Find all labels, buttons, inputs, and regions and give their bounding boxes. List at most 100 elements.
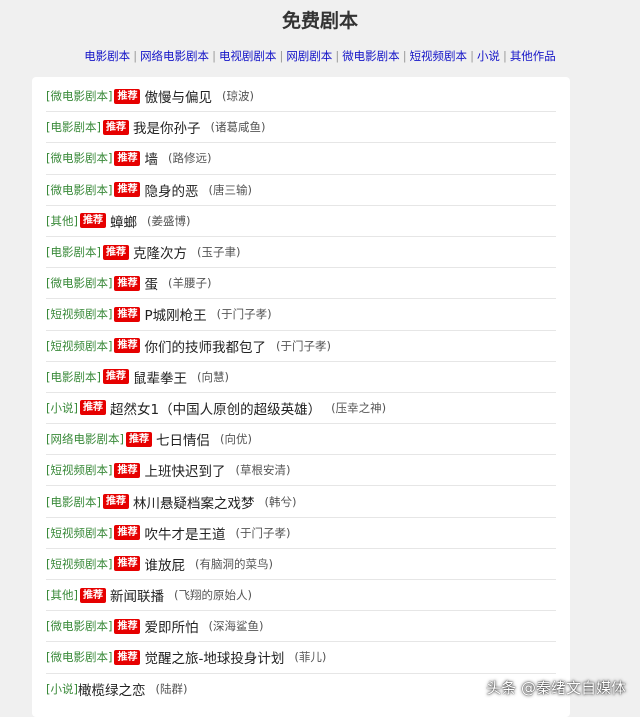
- recommend-badge: 推荐: [114, 618, 141, 634]
- nav-link-other-works[interactable]: 其他作品: [510, 49, 556, 63]
- nav-link-micro-film[interactable]: 微电影剧本: [342, 49, 400, 63]
- item-title-link[interactable]: 蛋: [144, 273, 158, 293]
- item-title-link[interactable]: 林川悬疑档案之戏梦: [133, 492, 255, 512]
- item-title-link[interactable]: 鼠辈拳王: [133, 367, 187, 387]
- item-category-link[interactable]: [微电影剧本]: [46, 618, 112, 634]
- nav-separator: |: [133, 49, 138, 63]
- page-title: 免费剧本: [281, 10, 358, 32]
- item-title-link[interactable]: 爱即所怕: [144, 616, 198, 636]
- item-title-link[interactable]: 超然女1（中国人原创的超级英雄）: [110, 398, 321, 418]
- item-title-link[interactable]: 克隆次方: [133, 242, 187, 262]
- item-title-link[interactable]: P城刚枪王: [144, 304, 206, 324]
- nav-separator: |: [279, 49, 284, 63]
- item-author: (琼波): [221, 89, 254, 104]
- item-category-link[interactable]: [短视频剧本]: [46, 338, 112, 354]
- item-title-link[interactable]: 觉醒之旅-地球投身计划: [144, 647, 284, 667]
- item-title-link[interactable]: 我是你孙子: [133, 117, 201, 137]
- category-nav: 电影剧本 | 网络电影剧本 | 电视剧剧本 | 网剧剧本 | 微电影剧本 | 短视频剧本 | 小说 | 其他…: [0, 48, 640, 64]
- list-item: [短视频剧本] 推荐 上班快迟到了 (草根安清): [46, 455, 556, 487]
- nav-link-web-series[interactable]: 网剧剧本: [286, 49, 332, 63]
- item-category-link[interactable]: [微电影剧本]: [46, 182, 112, 198]
- list-item: [短视频剧本] 推荐 你们的技师我都包了 (于门子孝): [46, 331, 556, 362]
- item-title-link[interactable]: 蟑螂: [110, 211, 137, 231]
- nav-link-movie[interactable]: 电影剧本: [84, 49, 130, 63]
- recommend-badge: 推荐: [114, 556, 141, 572]
- item-title-link[interactable]: 七日情侣: [156, 429, 210, 449]
- recommend-badge: 推荐: [114, 525, 141, 541]
- script-list-card: [微电影剧本] 推荐 傲慢与偏见 (琼波) [电影剧本] 推荐 我是你孙子 (诸葛咸鱼) […: [32, 77, 570, 717]
- item-title-link[interactable]: 谁放屁: [144, 554, 185, 574]
- watermark: 头条 @秦绪文自媒体: [486, 679, 626, 697]
- item-author: (向慧): [196, 369, 229, 384]
- item-category-link[interactable]: [小说]: [46, 400, 78, 416]
- item-category-link[interactable]: [电影剧本]: [46, 244, 101, 260]
- recommend-badge: 推荐: [125, 431, 152, 447]
- item-author: (陆群): [155, 681, 188, 696]
- item-author: (玉子聿): [196, 245, 241, 260]
- item-category-link[interactable]: [电影剧本]: [46, 494, 101, 510]
- list-item: [微电影剧本] 推荐蛋 (羊腰子): [46, 268, 556, 300]
- list-item: [小说] 橄榄绿之恋 (陆群): [46, 674, 556, 704]
- nav-link-web-movie[interactable]: 网络电影剧本: [140, 49, 209, 63]
- recommend-badge: 推荐: [102, 494, 129, 510]
- item-author: (压幸之神): [331, 400, 387, 415]
- list-item: [微电影剧本] 推荐墙 (路修远): [46, 143, 556, 175]
- recommend-badge: 推荐: [79, 587, 106, 603]
- item-author: (韩兮): [264, 494, 297, 509]
- item-category-link[interactable]: [短视频剧本]: [46, 462, 112, 478]
- item-author: (飞翔的原始人): [173, 588, 252, 603]
- item-author: (诸葛咸鱼): [210, 120, 266, 135]
- recommend-badge: 推荐: [79, 400, 106, 416]
- item-category-link[interactable]: [微电影剧本]: [46, 649, 112, 665]
- list-item: [电影剧本] 推荐 鼠辈拳王 (向慧): [46, 362, 556, 393]
- nav-link-novel[interactable]: 小说: [477, 49, 500, 63]
- nav-link-short-video[interactable]: 短视频剧本: [410, 49, 468, 63]
- item-category-link[interactable]: [电影剧本]: [46, 119, 101, 135]
- list-item: [微电影剧本] 推荐 傲慢与偏见 (琼波): [46, 81, 556, 113]
- list-item: [其他] 推荐 蟑螂 (姜盛博): [46, 206, 556, 237]
- nav-link-tv-series[interactable]: 电视剧剧本: [219, 49, 277, 63]
- item-category-link[interactable]: [短视频剧本]: [46, 525, 112, 541]
- item-author: (于门子孝): [275, 338, 331, 353]
- list-item: [微电影剧本] 推荐 觉醒之旅-地球投身计划 (菲儿): [46, 642, 556, 674]
- item-category-link[interactable]: [小说]: [46, 681, 78, 697]
- item-author: (姜盛博): [146, 213, 191, 228]
- item-title-link[interactable]: 墙: [144, 148, 158, 168]
- item-category-link[interactable]: [微电影剧本]: [46, 88, 112, 104]
- item-author: (向优): [219, 432, 252, 447]
- recommend-badge: 推荐: [114, 275, 141, 291]
- list-item: [电影剧本] 推荐 克隆次方 (玉子聿): [46, 237, 556, 269]
- recommend-badge: 推荐: [114, 306, 141, 322]
- nav-separator: |: [212, 49, 216, 63]
- list-item: [短视频剧本] 推荐 谁放屁 (有脑洞的菜鸟): [46, 549, 556, 580]
- recommend-badge: 推荐: [102, 119, 129, 135]
- item-author: (菲儿): [294, 650, 327, 665]
- item-title-link[interactable]: 新闻联播: [110, 585, 164, 605]
- item-category-link[interactable]: [微电影剧本]: [46, 275, 112, 291]
- nav-separator: |: [470, 49, 474, 63]
- item-title-link[interactable]: 上班快迟到了: [144, 460, 225, 480]
- item-title-link[interactable]: 吹牛才是王道: [144, 523, 225, 543]
- item-category-link[interactable]: [其他]: [46, 587, 78, 603]
- list-item: [网络电影剧本] 推荐 七日情侣 (向优): [46, 424, 556, 456]
- item-category-link[interactable]: [其他]: [46, 213, 78, 229]
- recommend-badge: 推荐: [102, 369, 129, 385]
- item-category-link[interactable]: [短视频剧本]: [46, 556, 112, 572]
- item-title-link[interactable]: 隐身的恶: [144, 180, 198, 200]
- list-item: [电影剧本] 推荐 林川悬疑档案之戏梦 (韩兮): [46, 486, 556, 518]
- item-title-link[interactable]: 傲慢与偏见: [144, 86, 212, 106]
- item-category-link[interactable]: [短视频剧本]: [46, 306, 112, 322]
- item-author: (于门子孝): [235, 525, 291, 540]
- recommend-badge: 推荐: [102, 244, 129, 260]
- item-title-link[interactable]: 你们的技师我都包了: [144, 336, 266, 356]
- item-title-link[interactable]: 橄榄绿之恋: [78, 679, 146, 699]
- item-category-link[interactable]: [微电影剧本]: [46, 150, 112, 166]
- item-author: (羊腰子): [167, 276, 212, 291]
- list-item: [电影剧本] 推荐 我是你孙子 (诸葛咸鱼): [46, 112, 556, 144]
- item-category-link[interactable]: [网络电影剧本]: [46, 431, 124, 447]
- list-item: [微电影剧本] 推荐 隐身的恶 (唐三输): [46, 175, 556, 206]
- item-category-link[interactable]: [电影剧本]: [46, 369, 101, 385]
- recommend-badge: 推荐: [114, 150, 141, 166]
- list-item: [微电影剧本] 推荐 爱即所怕 (深海鲨鱼): [46, 611, 556, 643]
- nav-separator: |: [402, 49, 407, 63]
